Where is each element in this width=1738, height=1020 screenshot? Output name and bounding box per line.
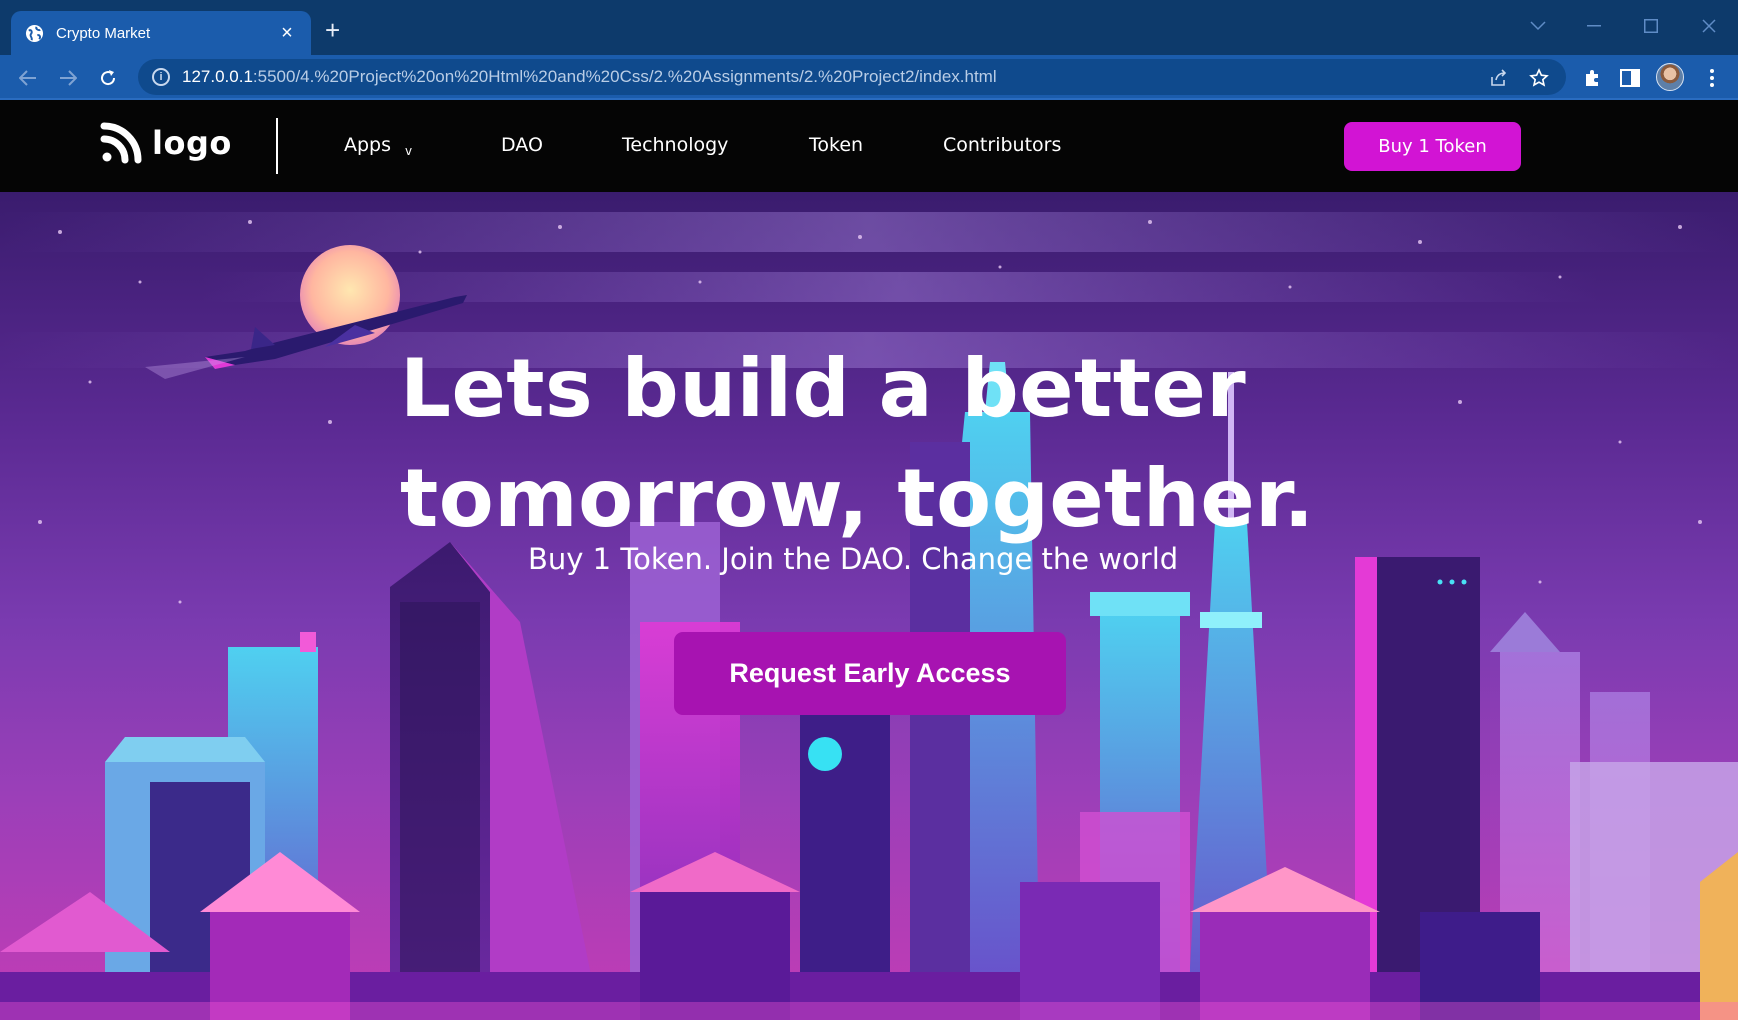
menu-icon[interactable] <box>1700 66 1724 90</box>
profile-avatar[interactable] <box>1656 63 1684 91</box>
close-window-icon[interactable] <box>1689 12 1729 40</box>
nav-token[interactable]: Token <box>809 134 863 156</box>
nav-dao[interactable]: DAO <box>501 134 543 156</box>
hero-section: Lets build a better tomorrow, together. … <box>0 192 1738 1020</box>
buy-token-button[interactable]: Buy 1 Token <box>1344 122 1521 171</box>
nav-apps[interactable]: Apps <box>344 134 391 156</box>
browser-tab[interactable]: Crypto Market × <box>11 11 311 55</box>
hero-headline-line1: Lets build a better <box>400 342 1247 435</box>
site-navbar: logo Apps v DAO Technology Token Contrib… <box>0 100 1738 192</box>
hero-headline: Lets build a better tomorrow, together. <box>400 334 1380 554</box>
browser-toolbar: i 127.0.0.1:5500/4.%20Project%20on%20Htm… <box>0 55 1738 100</box>
apps-dropdown-caret[interactable]: v <box>405 144 412 158</box>
url-host: 127.0.0.1 <box>182 67 253 86</box>
hero-subline: Buy 1 Token. Join the DAO. Change the wo… <box>528 542 1179 576</box>
nav-contributors[interactable]: Contributors <box>943 134 1061 156</box>
logo-text: logo <box>152 124 232 162</box>
site-logo[interactable]: logo <box>100 122 232 164</box>
tab-title: Crypto Market <box>56 24 151 42</box>
info-icon[interactable]: i <box>152 68 170 86</box>
minimize-icon[interactable] <box>1574 12 1614 40</box>
forward-icon[interactable] <box>54 64 82 92</box>
address-bar[interactable]: i 127.0.0.1:5500/4.%20Project%20on%20Htm… <box>138 59 1566 95</box>
url-text[interactable]: 127.0.0.1:5500/4.%20Project%20on%20Html%… <box>182 67 997 87</box>
globe-icon <box>25 24 44 42</box>
nav-technology[interactable]: Technology <box>622 134 728 156</box>
chevron-down-icon[interactable] <box>1518 12 1558 40</box>
star-icon[interactable] <box>1528 67 1550 89</box>
extensions-icon[interactable] <box>1580 66 1604 90</box>
nav-divider <box>276 118 278 174</box>
hero-headline-line2: tomorrow, together. <box>400 452 1315 545</box>
rss-logo-icon <box>100 122 142 164</box>
sidebar-icon[interactable] <box>1618 66 1642 90</box>
maximize-icon[interactable] <box>1631 12 1671 40</box>
reload-icon[interactable] <box>94 64 122 92</box>
back-icon[interactable] <box>14 64 42 92</box>
close-icon[interactable]: × <box>277 23 297 43</box>
url-path: :5500/4.%20Project%20on%20Html%20and%20C… <box>252 67 997 86</box>
share-icon[interactable] <box>1488 67 1510 89</box>
city-skyline-illustration <box>0 212 1738 1020</box>
plus-icon[interactable]: + <box>325 17 340 43</box>
browser-titlebar: Crypto Market × + <box>0 0 1738 55</box>
request-early-access-button[interactable]: Request Early Access <box>674 632 1066 715</box>
